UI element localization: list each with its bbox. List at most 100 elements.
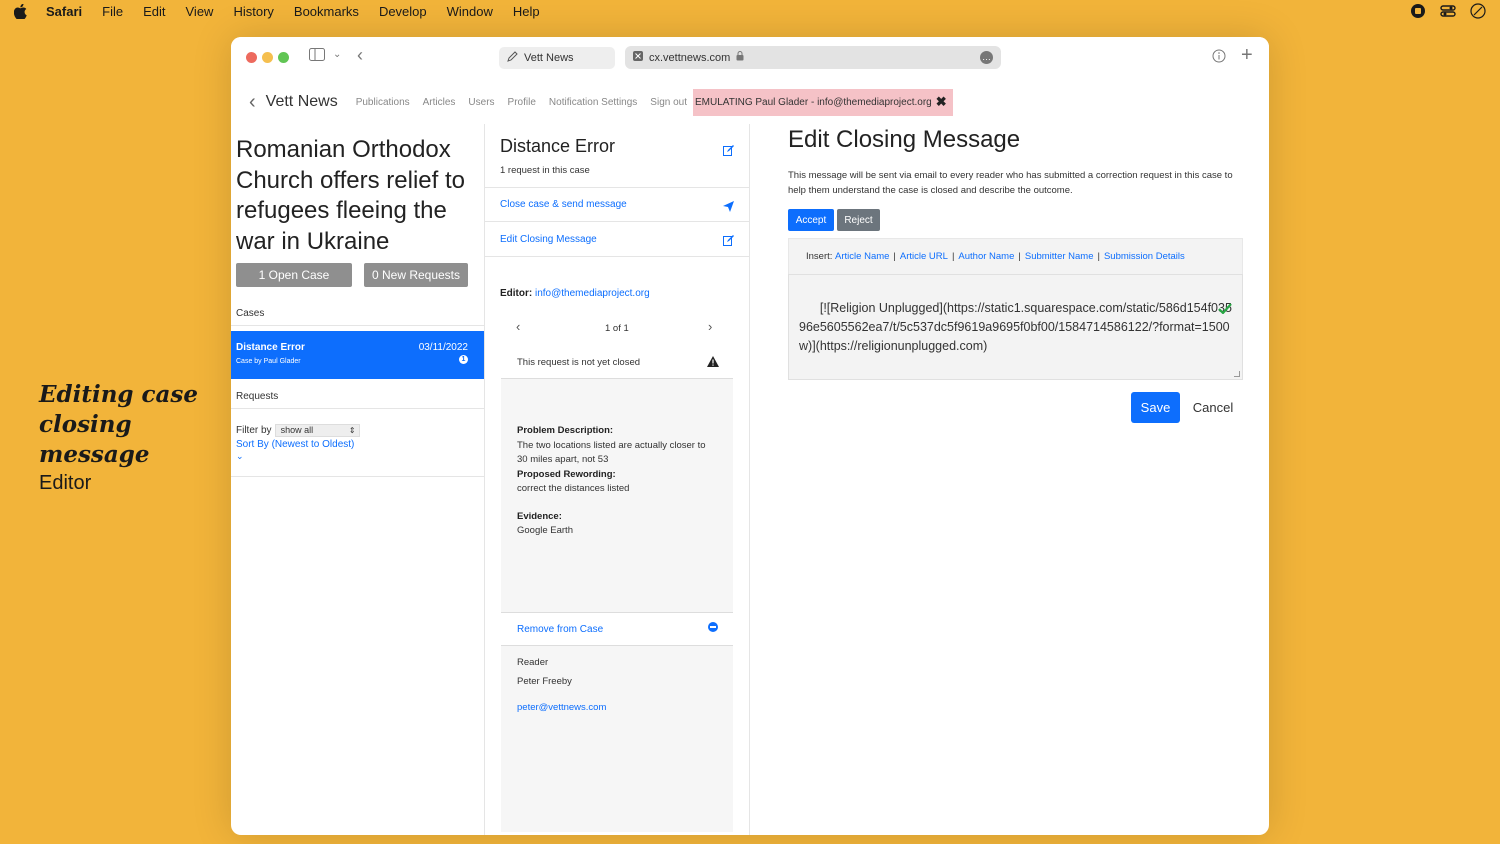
nav-notification-settings[interactable]: Notification Settings (549, 97, 637, 108)
filter-select[interactable]: show all (274, 424, 360, 437)
insert-author-name[interactable]: Author Name (958, 251, 1014, 262)
closing-message-textarea[interactable]: [![Religion Unplugged](https://static1.s… (788, 274, 1243, 380)
closing-message-panel: Edit Closing Message This message will b… (751, 124, 1269, 835)
reader-info: Reader Peter Freeby peter@vettnews.com (517, 656, 606, 714)
divider (485, 256, 750, 257)
remove-circle-icon[interactable] (708, 622, 718, 632)
emulating-text: EMULATING Paul Glader - info@themediapro… (695, 96, 932, 108)
back-chevron-icon[interactable]: ‹ (249, 91, 256, 114)
nav-profile[interactable]: Profile (508, 97, 536, 108)
menu-develop[interactable]: Develop (379, 4, 427, 19)
editor-email-link[interactable]: info@themediaproject.org (535, 288, 650, 299)
editor-row: Editor: info@themediaproject.org (500, 288, 650, 299)
video-caption: Editing case closing message Editor (39, 380, 224, 495)
accept-button[interactable]: Accept (788, 209, 834, 231)
separator: | (951, 251, 955, 262)
insert-submitter-name[interactable]: Submitter Name (1025, 251, 1094, 262)
evidence-label: Evidence: (517, 510, 562, 522)
edit-case-icon[interactable] (723, 143, 734, 161)
browser-toolbar: ⌄ ‹ Vett News cx.vettnews.com … + (231, 37, 1269, 77)
remove-from-case-link[interactable]: Remove from Case (517, 624, 603, 635)
info-icon[interactable] (1212, 49, 1226, 66)
divider (231, 408, 485, 409)
menu-window[interactable]: Window (447, 4, 493, 19)
site-favicon-icon (633, 51, 643, 64)
close-case-link[interactable]: Close case & send message (500, 199, 627, 210)
case-date: 03/11/2022 (418, 342, 468, 353)
chevron-down-icon[interactable]: ⌄ (236, 451, 244, 462)
requests-label: Requests (236, 391, 279, 402)
article-panel: Romanian Orthodox Church offers relief t… (231, 124, 485, 835)
edit-icon[interactable] (723, 233, 734, 251)
siri-icon[interactable] (1470, 3, 1486, 22)
cases-label: Cases (236, 308, 265, 319)
app-navbar: ‹ Vett News Publications Articles Users … (231, 87, 1269, 117)
zoom-window-button[interactable] (278, 52, 289, 63)
sidebar-toggle-icon[interactable] (309, 48, 325, 64)
caption-title-line1: Editing case (39, 381, 199, 408)
send-icon[interactable] (723, 199, 734, 217)
prev-request-icon[interactable]: ‹ (516, 319, 520, 334)
sort-by-link[interactable]: Sort By (Newest to Oldest) (236, 439, 354, 450)
insert-article-name[interactable]: Article Name (835, 251, 889, 262)
cancel-button[interactable]: Cancel (1188, 392, 1238, 423)
case-count-badge: 1 (459, 355, 468, 364)
nav-publications[interactable]: Publications (356, 97, 410, 108)
menu-bar: Safari File Edit View History Bookmarks … (0, 0, 1500, 22)
filter-row: Filter by show all (236, 424, 360, 437)
menu-file[interactable]: File (102, 4, 123, 19)
edit-closing-message-link[interactable]: Edit Closing Message (500, 234, 597, 245)
minimize-window-button[interactable] (262, 52, 273, 63)
open-case-button[interactable]: 1 Open Case (236, 263, 352, 287)
reader-email-link[interactable]: peter@vettnews.com (517, 701, 606, 714)
compose-icon (507, 51, 518, 65)
case-list-item[interactable]: Distance Error Case by Paul Glader 03/11… (231, 331, 484, 379)
remove-from-case-row[interactable]: Remove from Case (501, 612, 733, 646)
divider (231, 325, 485, 326)
save-button[interactable]: Save (1131, 392, 1180, 423)
case-panel: Distance Error 1 request in this case Cl… (485, 124, 750, 835)
resize-handle[interactable] (1234, 371, 1240, 377)
new-tab-icon[interactable]: + (1241, 44, 1253, 67)
tab-vett-news[interactable]: Vett News (499, 47, 615, 69)
new-requests-button[interactable]: 0 New Requests (364, 263, 468, 287)
evidence-text: Google Earth (517, 525, 573, 536)
menu-edit[interactable]: Edit (143, 4, 165, 19)
nav-articles[interactable]: Articles (423, 97, 456, 108)
divider (231, 476, 485, 477)
address-bar[interactable]: cx.vettnews.com … (625, 46, 1001, 69)
reject-button[interactable]: Reject (837, 209, 880, 231)
control-center-icon[interactable] (1440, 3, 1456, 22)
next-request-icon[interactable]: › (708, 319, 712, 334)
stop-emulating-close-icon[interactable]: ✖ (936, 94, 947, 110)
insert-label: Insert: (806, 251, 833, 262)
caption-title-line2: closing message (39, 411, 150, 468)
screen-record-icon[interactable] (1410, 3, 1426, 22)
insert-article-url[interactable]: Article URL (900, 251, 948, 262)
insert-submission-details[interactable]: Submission Details (1104, 251, 1185, 262)
more-options-icon[interactable]: … (980, 51, 993, 64)
menu-bookmarks[interactable]: Bookmarks (294, 4, 359, 19)
rewording-text: correct the distances listed (517, 483, 630, 494)
menu-safari[interactable]: Safari (46, 4, 82, 19)
caption-subtitle: Editor (39, 472, 92, 494)
menu-view[interactable]: View (186, 4, 214, 19)
menu-history[interactable]: History (233, 4, 273, 19)
apple-menu-icon[interactable] (14, 3, 32, 19)
reader-label: Reader (517, 657, 549, 668)
brand-title[interactable]: Vett News (266, 93, 338, 111)
menu-help[interactable]: Help (513, 4, 540, 19)
emulating-banner: EMULATING Paul Glader - info@themediapro… (693, 88, 953, 116)
filter-label: Filter by (236, 425, 272, 436)
back-arrow-icon[interactable]: ‹ (357, 45, 363, 66)
insert-toolbar: Insert: Article Name | Article URL | Aut… (788, 238, 1243, 274)
case-subtitle: Case by Paul Glader (236, 358, 301, 365)
divider (485, 187, 750, 188)
case-heading: Distance Error (500, 136, 616, 156)
separator: | (1097, 251, 1100, 262)
chevron-down-icon[interactable]: ⌄ (333, 49, 341, 60)
close-window-button[interactable] (246, 52, 257, 63)
nav-sign-out[interactable]: Sign out (650, 97, 687, 108)
nav-users[interactable]: Users (468, 97, 494, 108)
separator: | (1018, 251, 1021, 262)
